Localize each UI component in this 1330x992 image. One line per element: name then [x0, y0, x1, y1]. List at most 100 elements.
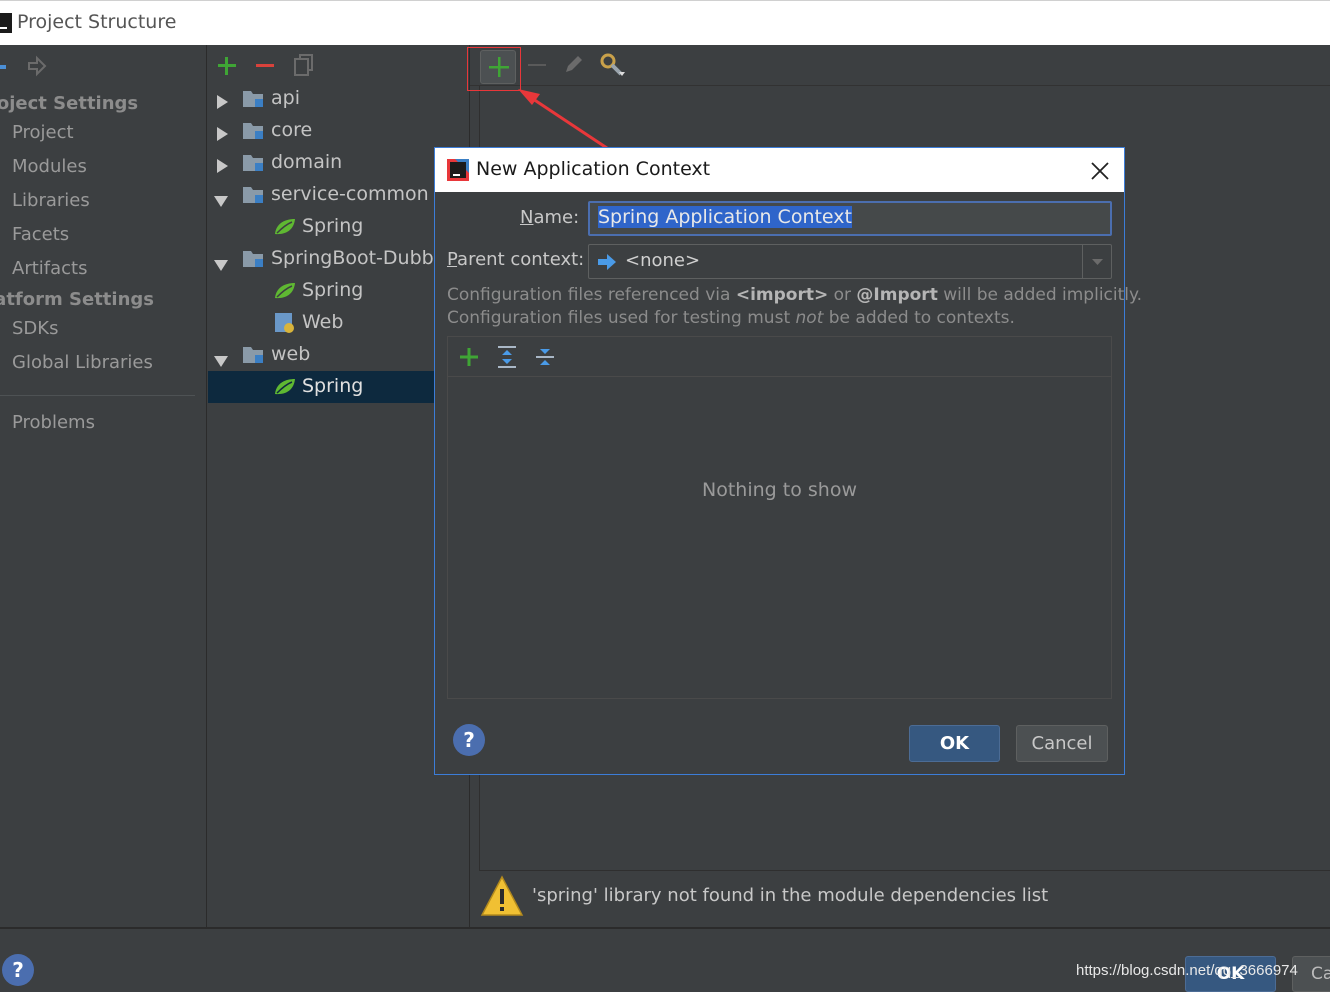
arrow-right-icon [597, 253, 617, 275]
web-facet-icon [274, 312, 296, 339]
note-import-annotation: @Import [856, 285, 937, 305]
tree-row-label: Spring [302, 375, 363, 397]
name-label-mnemonic: N [520, 207, 533, 228]
dialog-titlebar: New Application Context [435, 148, 1124, 192]
remove-icon[interactable] [254, 55, 276, 81]
expand-all-icon[interactable] [496, 345, 518, 373]
tree-row-label: api [271, 87, 300, 109]
module-folder-icon [243, 346, 265, 369]
dialog-ok-button[interactable]: OK [909, 725, 1000, 762]
context-toolbar [470, 45, 1330, 86]
edit-pencil-icon[interactable] [563, 53, 585, 79]
config-note-line2: Configuration files used for testing mus… [447, 308, 1015, 328]
config-note-line1: Configuration files referenced via <impo… [447, 285, 1142, 305]
dialog-help-button[interactable]: ? [453, 724, 485, 756]
annotation-highlight-box [467, 47, 521, 91]
note-text: Configuration files used for testing mus… [447, 308, 796, 328]
back-arrow-icon[interactable] [0, 65, 6, 69]
spring-leaf-icon [274, 378, 296, 401]
expanded-arrow-icon[interactable] [214, 190, 228, 212]
module-tree-panel: api core domain service-common Spring Sp… [208, 45, 468, 927]
dialog-title: New Application Context [476, 158, 710, 180]
spring-leaf-icon [274, 282, 296, 305]
sidebar-item-libraries[interactable]: Libraries [12, 190, 90, 211]
sidebar-divider [0, 395, 195, 396]
note-import-tag: <import> [736, 285, 828, 305]
intellij-app-icon [447, 159, 469, 185]
module-folder-icon [243, 186, 265, 209]
dialog-cancel-button[interactable]: Cancel [1016, 725, 1108, 762]
sidebar-nav-toolbar [0, 53, 207, 83]
new-application-context-dialog: New Application Context Name: Spring App… [434, 147, 1125, 775]
expanded-arrow-icon[interactable] [214, 254, 228, 276]
tree-row-spring[interactable]: Spring [208, 211, 468, 243]
tree-row-web[interactable]: web [208, 339, 468, 371]
parent-context-combobox[interactable]: <none> [588, 244, 1112, 279]
parent-context-label: Parent context: [447, 249, 584, 270]
warning-triangle-icon [480, 875, 524, 921]
intellij-app-icon [0, 13, 12, 37]
help-button[interactable]: ? [2, 954, 34, 986]
sidebar-item-facets[interactable]: Facets [12, 224, 69, 245]
parent-context-value: <none> [625, 250, 700, 271]
collapsed-arrow-icon[interactable] [216, 124, 228, 146]
name-label-text: ame: [533, 207, 579, 228]
note-text: will be added implicitly. [938, 285, 1142, 305]
sidebar-item-problems[interactable]: Problems [12, 412, 95, 433]
watermark-url: https://blog.csdn.net/qq_3666974 [1076, 962, 1298, 979]
tree-row-label: Spring [302, 215, 363, 237]
note-emphasis: not [796, 308, 824, 328]
tree-row-service-common[interactable]: service-common [208, 179, 468, 211]
note-text: or [828, 285, 856, 305]
tree-row-label: Web [302, 311, 343, 333]
warning-bar: 'spring' library not found in the module… [480, 873, 1320, 921]
tree-row-label: SpringBoot-Dubbo [271, 247, 445, 269]
sidebar-item-sdks[interactable]: SDKs [12, 318, 58, 339]
project-settings-heading: roject Settings [0, 93, 138, 114]
tree-row-label: service-common [271, 183, 429, 205]
module-folder-icon [243, 122, 265, 145]
close-icon[interactable] [1089, 160, 1111, 182]
tree-row-spring[interactable]: Spring [208, 275, 468, 307]
expanded-arrow-icon[interactable] [214, 350, 228, 372]
context-name-input[interactable]: Spring Application Context [588, 201, 1112, 236]
parent-label-mnemonic: P [447, 249, 457, 270]
config-files-list: Nothing to show [447, 336, 1112, 699]
module-folder-icon [243, 90, 265, 113]
tree-row-label: domain [271, 151, 342, 173]
copy-icon[interactable] [292, 53, 316, 81]
context-name-value: Spring Application Context [598, 206, 852, 228]
config-files-toolbar [448, 337, 1111, 377]
sidebar-item-modules[interactable]: Modules [12, 156, 87, 177]
wrench-settings-icon[interactable] [599, 52, 627, 82]
add-file-icon[interactable] [458, 346, 480, 372]
module-folder-icon [243, 250, 265, 273]
collapsed-arrow-icon[interactable] [216, 92, 228, 114]
name-label: Name: [520, 207, 579, 228]
sidebar-item-global-libraries[interactable]: Global Libraries [12, 352, 153, 373]
window-title: Project Structure [17, 11, 176, 33]
spring-leaf-icon [274, 218, 296, 241]
remove-context-icon[interactable] [527, 55, 547, 79]
sidebar-item-project[interactable]: Project [12, 122, 74, 143]
forward-arrow-icon[interactable] [26, 55, 48, 81]
sidebar-item-artifacts[interactable]: Artifacts [12, 258, 87, 279]
warning-message: 'spring' library not found in the module… [532, 885, 1048, 906]
tree-row-label: core [271, 119, 312, 141]
note-text: be added to contexts. [823, 308, 1015, 328]
tree-row-domain[interactable]: domain [208, 147, 468, 179]
tree-row-spring-selected[interactable]: Spring [208, 371, 468, 403]
dropdown-chevron-icon[interactable] [1082, 245, 1111, 278]
tree-row-core[interactable]: core [208, 115, 468, 147]
collapse-all-icon[interactable] [534, 345, 556, 373]
platform-settings-heading: latform Settings [0, 289, 154, 310]
add-icon[interactable] [216, 55, 238, 81]
tree-row-springboot-dubbo[interactable]: SpringBoot-Dubbo [208, 243, 468, 275]
tree-row-api[interactable]: api [208, 83, 468, 115]
tree-row-web-facet[interactable]: Web [208, 307, 468, 339]
settings-sidebar: roject Settings Project Modules Librarie… [0, 45, 207, 927]
bottom-bar: ? [0, 927, 1330, 991]
collapsed-arrow-icon[interactable] [216, 156, 228, 178]
window-titlebar: Project Structure [0, 0, 1330, 45]
module-folder-icon [243, 154, 265, 177]
